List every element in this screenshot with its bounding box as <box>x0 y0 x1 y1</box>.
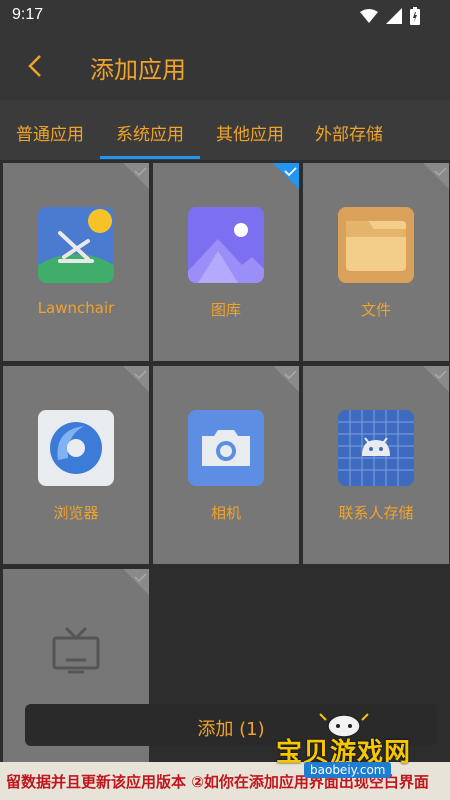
gallery-icon <box>188 207 264 283</box>
back-arrow-icon[interactable] <box>22 52 50 80</box>
tab-other-apps[interactable]: 其他应用 <box>216 120 284 145</box>
status-icons <box>360 7 420 25</box>
app-tile-files[interactable]: 文件 <box>303 163 449 361</box>
tv-icon <box>52 626 100 674</box>
unchecked-corner-icon <box>123 366 149 392</box>
status-bar: 9:17 <box>0 0 450 32</box>
status-time: 9:17 <box>12 6 44 23</box>
wifi-icon <box>360 9 378 23</box>
app-label: 浏览器 <box>53 504 99 522</box>
app-label: 联系人存储 <box>338 504 414 522</box>
page-title: 添加应用 <box>90 56 186 84</box>
signal-icon <box>386 8 402 24</box>
checked-corner-icon <box>273 163 299 189</box>
tab-external-storage[interactable]: 外部存储 <box>315 120 383 145</box>
active-tab-indicator <box>100 156 200 159</box>
watermark-logo: 宝贝游戏网 baobeiy.com <box>276 708 426 782</box>
app-label: 图库 <box>210 301 241 319</box>
watermark-url: baobeiy.com <box>304 762 392 778</box>
app-tile-gallery[interactable]: 图库 <box>153 163 299 361</box>
app-tile-lawnchair[interactable]: Lawnchair <box>3 163 149 361</box>
battery-icon <box>410 7 420 25</box>
toolbar: 添加应用 <box>0 32 450 100</box>
unchecked-corner-icon <box>423 366 449 392</box>
camera-icon <box>188 410 264 486</box>
app-tile-browser[interactable]: 浏览器 <box>3 366 149 564</box>
contacts-storage-icon <box>338 410 414 486</box>
tab-bar: 普通应用 系统应用 其他应用 外部存储 <box>0 100 450 160</box>
app-tile-camera[interactable]: 相机 <box>153 366 299 564</box>
unchecked-corner-icon <box>123 163 149 189</box>
browser-icon <box>38 410 114 486</box>
tab-system-apps[interactable]: 系统应用 <box>116 120 184 145</box>
app-label: 文件 <box>360 301 391 319</box>
unchecked-corner-icon <box>273 366 299 392</box>
unchecked-corner-icon <box>423 163 449 189</box>
tab-normal-apps[interactable]: 普通应用 <box>16 120 84 145</box>
app-tile-contacts-storage[interactable]: 联系人存储 <box>303 366 449 564</box>
unchecked-corner-icon <box>123 569 149 595</box>
app-label: 相机 <box>210 504 241 522</box>
lawnchair-icon <box>38 207 114 283</box>
app-label: Lawnchair <box>37 299 115 317</box>
files-icon <box>338 207 414 283</box>
